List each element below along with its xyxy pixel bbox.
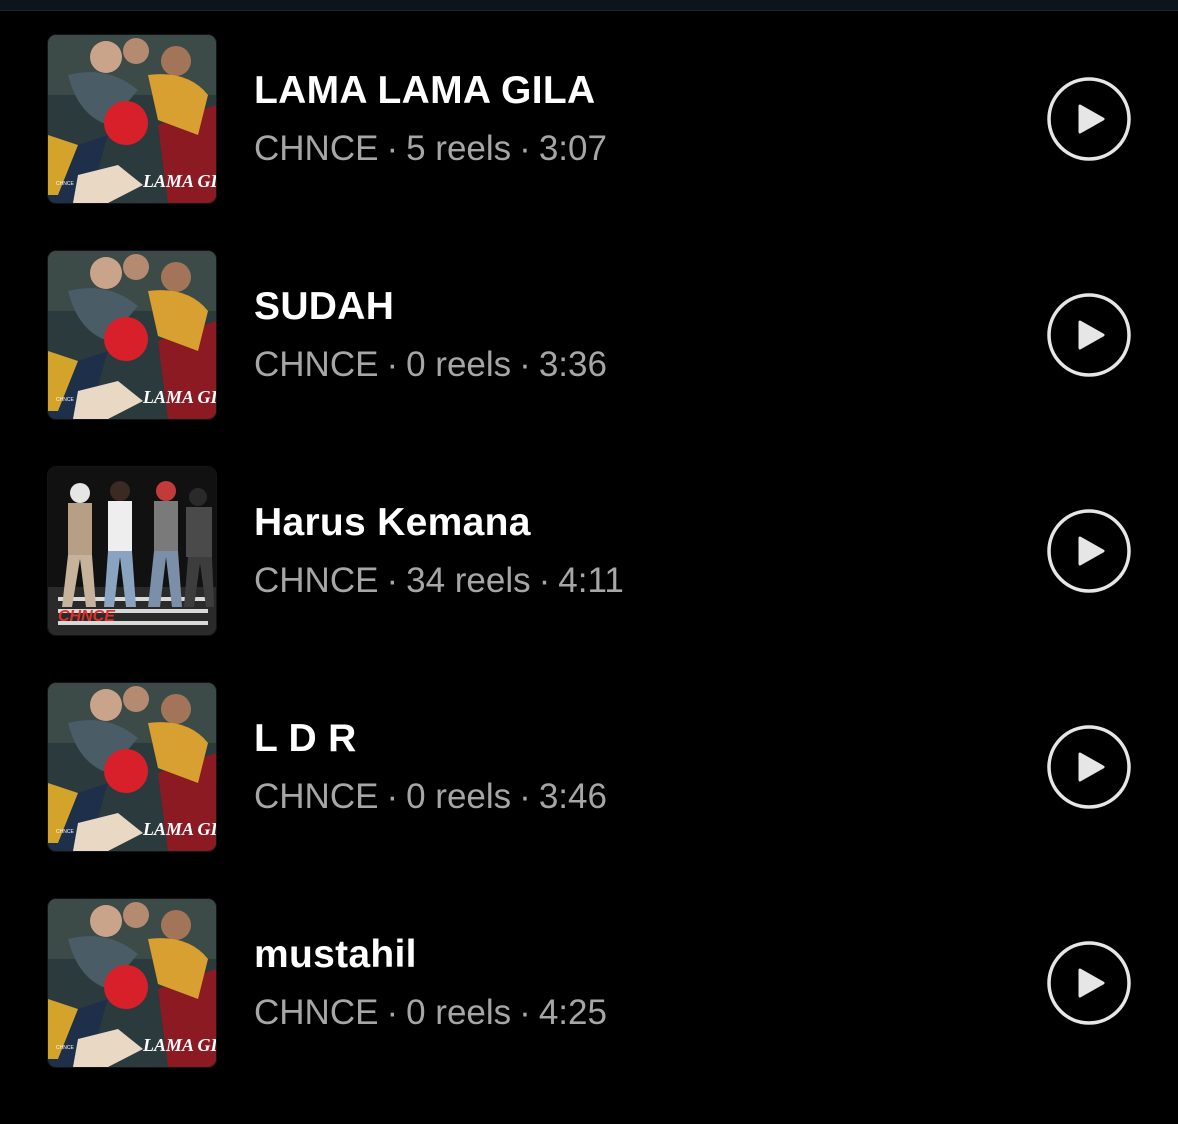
track-reels-count: 0 reels xyxy=(406,777,512,816)
track-artist: CHNCE xyxy=(254,777,379,816)
cover-artist-text: CHNCE xyxy=(56,181,74,187)
meta-separator: · xyxy=(519,345,531,384)
cover-artist-text: CHNCE xyxy=(56,397,74,403)
play-button[interactable] xyxy=(1046,76,1132,162)
track-reels-count: 0 reels xyxy=(406,345,512,384)
cover-title-text: LAMA GILA xyxy=(142,171,216,191)
play-button[interactable] xyxy=(1046,508,1132,594)
track-duration: 3:07 xyxy=(538,129,607,168)
play-circle-icon xyxy=(1047,941,1131,1025)
track-duration: 3:46 xyxy=(538,777,607,816)
top-bar-edge xyxy=(0,0,1178,11)
album-cover-image: LAMA GILA CHNCE xyxy=(48,251,216,419)
meta-separator: · xyxy=(386,345,399,384)
meta-separator: · xyxy=(538,561,551,600)
track-artist: CHNCE xyxy=(254,345,379,384)
cover-title-text: LAMA GILA xyxy=(142,387,216,407)
cover-title-text: CHNCE xyxy=(58,608,116,625)
album-cover-image: LAMA GILA CHNCE xyxy=(48,35,216,203)
cover-artist-text: CHNCE xyxy=(56,829,74,835)
track-reels-count: 0 reels xyxy=(406,993,512,1032)
track-duration: 4:25 xyxy=(538,993,607,1032)
track-title: L D R xyxy=(254,717,357,760)
track-row[interactable]: CHNCE Harus Kemana CHNCE · 34 reels · 4:11 xyxy=(0,467,1178,637)
track-artist: CHNCE xyxy=(254,561,379,600)
meta-separator: · xyxy=(386,993,399,1032)
track-reels-count: 34 reels xyxy=(406,561,531,600)
play-circle-icon xyxy=(1047,725,1131,809)
meta-separator: · xyxy=(519,993,531,1032)
cover-title-text: LAMA GILA xyxy=(142,1035,216,1055)
track-row[interactable]: LAMA GILA CHNCE L D R CHNCE·0 reels·3:46 xyxy=(0,683,1178,853)
track-row[interactable]: LAMA GILA CHNCE SUDAH CHNCE·0 reels·3:36 xyxy=(0,251,1178,421)
track-meta: CHNCE · 5 reels · 3:07 xyxy=(254,129,607,169)
track-meta: CHNCE · 0 reels · 3:46 xyxy=(254,777,607,817)
track-reels-count: 5 reels xyxy=(406,129,512,168)
track-artist: CHNCE xyxy=(254,129,379,168)
album-cover-image: CHNCE xyxy=(48,467,216,635)
track-row[interactable]: LAMA GILA CHNCE LAMA LAMA GILA CHNCE·5 r… xyxy=(0,35,1178,205)
play-circle-icon xyxy=(1047,509,1131,593)
track-title: LAMA LAMA GILA xyxy=(254,69,596,112)
track-meta: CHNCE · 0 reels · 3:36 xyxy=(254,345,607,385)
play-button[interactable] xyxy=(1046,292,1132,378)
meta-separator: · xyxy=(519,777,531,816)
cover-title-text: LAMA GILA xyxy=(142,819,216,839)
album-cover-image: LAMA GILA CHNCE xyxy=(48,899,216,1067)
track-row[interactable]: LAMA GILA CHNCE mustahil CHNCE·0 reels·4… xyxy=(0,899,1178,1069)
meta-separator: · xyxy=(519,129,531,168)
play-button[interactable] xyxy=(1046,724,1132,810)
track-meta: CHNCE · 0 reels · 4:25 xyxy=(254,993,607,1033)
cover-artist-text: CHNCE xyxy=(56,1045,74,1051)
meta-separator: · xyxy=(386,129,399,168)
track-duration: 4:11 xyxy=(558,561,624,600)
play-circle-icon xyxy=(1047,77,1131,161)
track-meta: CHNCE · 34 reels · 4:11 xyxy=(254,561,624,601)
track-duration: 3:36 xyxy=(538,345,607,384)
track-artist: CHNCE xyxy=(254,993,379,1032)
track-title: SUDAH xyxy=(254,285,395,328)
meta-separator: · xyxy=(386,561,399,600)
meta-separator: · xyxy=(386,777,399,816)
track-title: mustahil xyxy=(254,933,417,976)
album-cover-image: LAMA GILA CHNCE xyxy=(48,683,216,851)
track-title: Harus Kemana xyxy=(254,501,531,544)
play-circle-icon xyxy=(1047,293,1131,377)
play-button[interactable] xyxy=(1046,940,1132,1026)
